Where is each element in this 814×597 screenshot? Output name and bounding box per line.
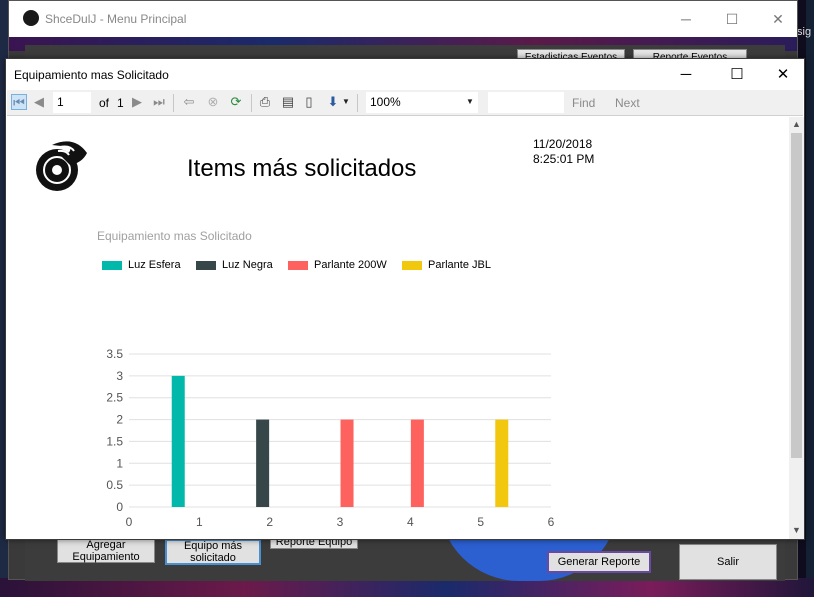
bar-luz-esfera (171, 375, 185, 507)
y-tick-label: 2 (116, 413, 123, 427)
bar-parlante-jbl (495, 419, 509, 507)
x-tick-label: 6 (548, 515, 555, 529)
toolbar-separator (173, 94, 174, 112)
find-input[interactable] (488, 92, 564, 113)
y-tick-label: 2.5 (106, 391, 123, 405)
zoom-select[interactable]: 100% (366, 92, 478, 113)
scroll-thumb[interactable] (791, 133, 802, 458)
x-tick-label: 5 (477, 515, 484, 529)
page-of-label: of (99, 96, 110, 110)
x-tick-label: 0 (126, 515, 133, 529)
refresh-icon[interactable]: ⟳ (228, 94, 244, 110)
back-icon[interactable]: ⇦ (181, 94, 197, 110)
report-viewer-window: Equipamiento mas Solicitado ─ ☐ ✕ ⏮ ◀ 1 … (5, 58, 805, 540)
report-page: Items más solicitados 11/20/2018 8:25:01… (7, 117, 789, 539)
desktop-right-edge (806, 0, 814, 597)
chevron-down-icon[interactable]: ▼ (341, 94, 351, 110)
x-tick-label: 4 (407, 515, 414, 529)
last-page-icon[interactable]: ⏭ (151, 94, 167, 110)
main-minimize-button[interactable]: ─ (663, 7, 709, 31)
page-total-label: 1 (117, 96, 124, 110)
first-page-icon[interactable]: ⏮ (11, 94, 27, 110)
bar-parlante-200w (410, 419, 424, 507)
scroll-up-icon[interactable]: ▲ (789, 117, 804, 131)
next-page-icon[interactable]: ▶ (129, 94, 145, 110)
vertical-scrollbar[interactable]: ▲ ▼ (789, 117, 804, 539)
y-tick-label: 0 (116, 500, 123, 514)
zoom-dropdown-icon[interactable]: ▼ (463, 94, 477, 110)
main-maximize-button[interactable]: ☐ (709, 7, 755, 31)
main-titlebar: ShceDulJ - Menu Principal ─ ☐ ✕ (9, 1, 797, 37)
report-toolbar: ⏮ ◀ 1 of 1 ▶ ⏭ ⇦ ⊗ ⟳ ⎙ ▤ ▯ ⬇ ▼ 100% ▼ Fi… (7, 90, 803, 116)
y-tick-label: 1 (116, 456, 123, 470)
bar-chart: 0 0.5 1 1.5 2 2.5 3 3.5 0 1 2 3 4 5 6 (106, 347, 555, 529)
generar-reporte-button[interactable]: Generar Reporte (547, 551, 651, 573)
report-maximize-button[interactable]: ☐ (714, 63, 760, 87)
page-setup-icon[interactable]: ▯ (301, 94, 317, 110)
find-link[interactable]: Find (572, 96, 595, 110)
equipo-mas-solicitado-button[interactable]: Equipo más solicitado (165, 539, 261, 565)
main-window-title: ShceDulJ - Menu Principal (45, 12, 187, 26)
y-tick-label: 3 (116, 369, 123, 383)
print-layout-icon[interactable]: ▤ (280, 94, 296, 110)
main-close-button[interactable]: ✕ (755, 7, 801, 31)
report-close-button[interactable]: ✕ (760, 63, 806, 87)
app-logo-icon (23, 10, 39, 26)
stop-icon[interactable]: ⊗ (205, 94, 221, 110)
scroll-down-icon[interactable]: ▼ (789, 523, 804, 537)
toolbar-separator (357, 94, 358, 112)
y-tick-label: 3.5 (106, 347, 123, 361)
salir-button[interactable]: Salir (679, 544, 777, 580)
next-link[interactable]: Next (615, 96, 640, 110)
toolbar-separator (251, 94, 252, 112)
x-tick-label: 3 (337, 515, 344, 529)
bar-parlante-200w (340, 419, 354, 507)
x-tick-label: 1 (196, 515, 203, 529)
export-icon[interactable]: ⬇ (325, 94, 341, 110)
y-tick-label: 0.5 (106, 478, 123, 492)
print-icon[interactable]: ⎙ (257, 94, 273, 110)
bar-luz-negra (256, 419, 270, 507)
prev-page-icon[interactable]: ◀ (31, 94, 47, 110)
report-window-title: Equipamiento mas Solicitado (14, 68, 169, 82)
report-minimize-button[interactable]: ─ (663, 63, 709, 87)
y-tick-label: 1.5 (106, 434, 123, 448)
x-tick-label: 2 (266, 515, 273, 529)
page-number-input[interactable]: 1 (53, 92, 91, 113)
agregar-equipamiento-button[interactable]: Agregar Equipamiento (57, 539, 155, 563)
report-titlebar: Equipamiento mas Solicitado ─ ☐ ✕ (6, 59, 804, 90)
